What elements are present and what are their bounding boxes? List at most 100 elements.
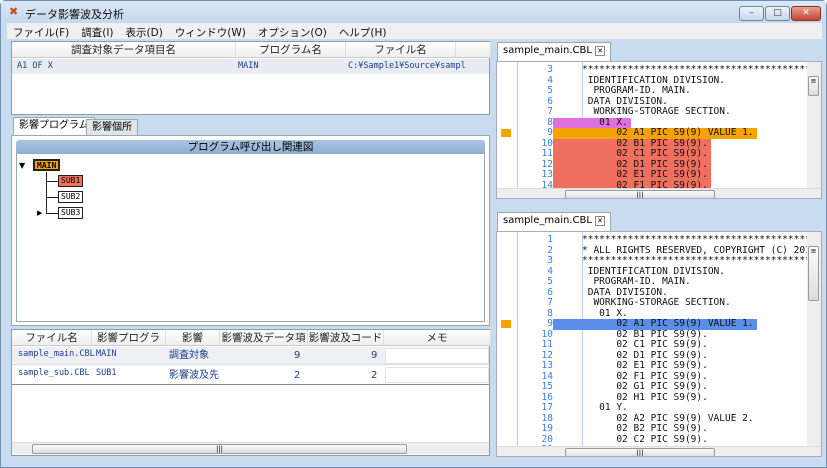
close-button[interactable]: ✕ (791, 6, 821, 21)
cell-file: sample_main.CBL (18, 349, 95, 359)
code-text: 02 A1 PIC S9(9) VALUE 1. (582, 127, 754, 138)
col-file[interactable]: ファイル名 (12, 330, 92, 346)
code-line[interactable]: 9 02 A1 PIC S9(9) VALUE 1. (497, 318, 821, 330)
tab-impact-programs[interactable]: 影響プログラム (13, 117, 95, 136)
code-text: 02 E1 PIC S9(9). (582, 169, 708, 180)
tree-connector (46, 197, 58, 198)
node-main[interactable]: MAIN (33, 159, 61, 171)
code-line[interactable]: 7 WORKING-STORAGE SECTION. (497, 297, 821, 309)
cell-program: MAIN (96, 349, 117, 359)
code-text: 02 B2 PIC S9(9). (582, 423, 708, 434)
line-number: 9 (547, 318, 553, 329)
code-editor-top[interactable]: 3 ***************************************… (496, 61, 822, 199)
code-text: ****************************************… (582, 234, 822, 245)
code-line[interactable]: 11 02 C1 PIC S9(9). (497, 339, 821, 351)
code-line[interactable]: 15 02 G1 PIC S9(9). (497, 381, 821, 393)
line-number: 5 (547, 85, 553, 96)
code-text: WORKING-STORAGE SECTION. (582, 297, 731, 308)
vertical-scrollbar[interactable]: ≡ (807, 62, 821, 188)
cell-impact: 影響波及先 (169, 370, 219, 381)
code-editor-bottom[interactable]: 1 ***************************************… (496, 231, 822, 457)
code-text: 02 G1 PIC S9(9). (582, 381, 708, 392)
line-number: 5 (547, 276, 553, 287)
code-text: PROGRAM-ID. MAIN. (582, 276, 691, 287)
code-line[interactable]: 13 02 E1 PIC S9(9). (497, 169, 821, 181)
col-target-item[interactable]: 調査対象データ項目名 (12, 42, 236, 58)
graph-panel: プログラム呼び出し関連図 ▼ MAIN SUB1 SUB2 SUB3 ▶ (11, 135, 490, 326)
tab-editor-top[interactable]: sample_main.CBL ✕ (497, 42, 611, 61)
col-impact-code[interactable]: 影響波及コード (308, 330, 384, 346)
code-text: 02 E1 PIC S9(9). (582, 360, 708, 371)
code-text: ****************************************… (582, 64, 822, 75)
line-number: 6 (547, 95, 553, 107)
tree-connector (46, 213, 58, 214)
line-number: 11 (541, 339, 553, 350)
col-impact-items[interactable]: 影響波及データ項目 (220, 330, 308, 360)
code-line[interactable]: 3 ***************************************… (497, 64, 822, 76)
code-line[interactable]: 5 PROGRAM-ID. MAIN. (497, 85, 821, 97)
horizontal-scrollbar[interactable]: ||| (497, 446, 821, 456)
app-window: ✖ データ影響波及分析 – □ ✕ ファイル(F) 調査(I) 表示(D) ウィ… (0, 0, 827, 468)
node-sub1[interactable]: SUB1 (58, 175, 84, 187)
line-number: 11 (541, 148, 553, 159)
graph-title: プログラム呼び出し関連図 (16, 140, 485, 154)
memo-input[interactable] (385, 348, 489, 364)
line-number: 6 (547, 286, 553, 298)
code-line[interactable]: 5 PROGRAM-ID. MAIN. (497, 276, 821, 288)
memo-input[interactable] (385, 367, 489, 383)
line-number: 13 (541, 169, 553, 180)
horizontal-scrollbar[interactable]: ||| (497, 188, 821, 198)
code-text: 02 C1 PIC S9(9). (582, 339, 708, 350)
code-text: 02 C1 PIC S9(9). (582, 148, 708, 159)
node-sub3[interactable]: SUB3 (58, 207, 84, 219)
menu-file[interactable]: ファイル(F) (7, 23, 75, 39)
close-tab-icon[interactable]: ✕ (595, 216, 605, 226)
code-text: 02 A1 PIC S9(9) VALUE 1. (582, 318, 754, 329)
col-extra[interactable] (456, 42, 491, 58)
code-line[interactable]: 19 02 B2 PIC S9(9). (497, 423, 821, 435)
menu-window[interactable]: ウィンドウ(W) (169, 23, 252, 39)
col-impact-program[interactable]: 影響プログラム名 (92, 330, 166, 360)
tab-impact-locations[interactable]: 影響個所 (86, 119, 138, 136)
code-line[interactable]: 1 ***************************************… (497, 234, 822, 246)
table-row[interactable]: sample_sub.CBL SUB1 影響波及先 2 2 (12, 366, 489, 385)
menu-help[interactable]: ヘルプ(H) (333, 23, 393, 39)
code-text: WORKING-STORAGE SECTION. (582, 106, 731, 117)
close-tab-icon[interactable]: ✕ (595, 46, 605, 56)
line-number: 3 (547, 64, 553, 75)
code-line[interactable]: 9 02 A1 PIC S9(9) VALUE 1. (497, 127, 821, 139)
cell-program: MAIN (238, 61, 259, 71)
table-row[interactable]: A1 OF X MAIN C:¥Sample1¥Source¥sampl (12, 59, 489, 74)
col-impact[interactable]: 影響 (166, 330, 220, 346)
node-sub2[interactable]: SUB2 (58, 191, 84, 203)
menu-investigate[interactable]: 調査(I) (75, 23, 119, 39)
line-number: 19 (541, 423, 553, 434)
code-line[interactable]: 13 02 E1 PIC S9(9). (497, 360, 821, 372)
horizontal-scrollbar[interactable]: ||| (12, 442, 489, 454)
col-program[interactable]: プログラム名 (236, 42, 346, 58)
title-bar: ✖ データ影響波及分析 – □ ✕ (1, 1, 826, 23)
expand-triangle-icon[interactable]: ▼ (19, 161, 25, 170)
scroll-thumb[interactable]: ||| (32, 444, 407, 454)
cell-file: C:¥Sample1¥Source¥sampl (348, 61, 466, 71)
vertical-scrollbar[interactable]: ≡ (807, 232, 821, 446)
code-line[interactable]: 3 ***************************************… (497, 255, 821, 267)
tab-editor-bottom[interactable]: sample_main.CBL ✕ (497, 212, 611, 231)
maximize-button[interactable]: □ (765, 6, 790, 21)
code-line[interactable]: 7 WORKING-STORAGE SECTION. (497, 106, 821, 118)
code-line[interactable]: 11 02 C1 PIC S9(9). (497, 148, 821, 160)
cell-items: 2 (294, 370, 301, 381)
minimize-button[interactable]: – (739, 6, 764, 21)
call-graph: ▼ MAIN SUB1 SUB2 SUB3 ▶ (16, 154, 485, 322)
cell-file: sample_sub.CBL (18, 368, 90, 378)
menu-options[interactable]: オプション(O) (252, 23, 333, 39)
code-line[interactable]: 17 01 Y. (497, 402, 821, 414)
menu-view[interactable]: 表示(D) (120, 23, 169, 39)
col-file[interactable]: ファイル名 (346, 42, 456, 58)
cell-code: 2 (371, 370, 378, 381)
collapsed-triangle-icon[interactable]: ▶ (37, 209, 42, 217)
line-number: 2 (547, 244, 553, 256)
target-table: 調査対象データ項目名 プログラム名 ファイル名 A1 OF X MAIN C:¥… (11, 41, 491, 115)
table-row[interactable]: sample_main.CBL MAIN 調査対象 9 9 (12, 347, 489, 365)
col-memo[interactable]: メモ (384, 330, 491, 346)
